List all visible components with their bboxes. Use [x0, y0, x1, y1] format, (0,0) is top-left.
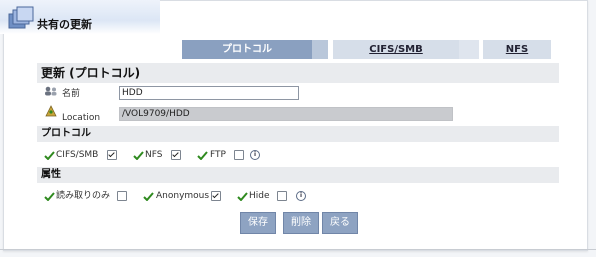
- save-button[interactable]: 保存: [240, 212, 276, 234]
- section-title-update: 更新 (プロトコル): [37, 63, 559, 83]
- attr-readonly-label: 読み取りのみ: [56, 191, 111, 201]
- attr-hide-checkbox[interactable]: [277, 191, 287, 201]
- attr-anonymous-checkbox[interactable]: [211, 191, 221, 201]
- name-field[interactable]: HDD: [119, 86, 299, 100]
- location-field: /VOL9709/HDD: [119, 107, 453, 121]
- info-icon[interactable]: i: [296, 191, 306, 201]
- protocol-cifs-checkbox[interactable]: [107, 150, 117, 160]
- attr-hide-label: Hide: [249, 191, 270, 201]
- section-title-attributes: 属性: [37, 167, 559, 183]
- users-icon: [45, 86, 57, 96]
- attr-readonly-checkbox[interactable]: [117, 191, 127, 201]
- info-icon[interactable]: i: [250, 150, 260, 160]
- tab-nfs[interactable]: NFS: [483, 40, 551, 59]
- location-icon: [45, 105, 57, 117]
- footer-divider: [0, 249, 596, 250]
- page-title: 共有の更新: [37, 18, 92, 31]
- checkmark-icon: [44, 192, 55, 201]
- attr-anonymous-label: Anonymous: [156, 191, 210, 201]
- protocol-nfs-checkbox[interactable]: [171, 150, 181, 160]
- section-title-protocol: プロトコル: [37, 126, 559, 142]
- protocol-ftp-label: FTP: [210, 150, 226, 160]
- shared-folder-icon: [8, 6, 34, 29]
- tab-separator: [459, 40, 479, 59]
- protocol-nfs-label: NFS: [145, 150, 163, 160]
- checkmark-icon: [143, 192, 154, 201]
- checkmark-icon: [197, 151, 208, 160]
- checkmark-icon: [237, 192, 248, 201]
- checkmark-icon: [133, 151, 144, 160]
- name-label: 名前: [62, 89, 81, 99]
- tab-protocol[interactable]: プロトコル: [182, 40, 312, 59]
- location-label: Location: [62, 113, 101, 123]
- protocol-ftp-checkbox[interactable]: [234, 150, 244, 160]
- protocol-cifs-label: CIFS/SMB: [56, 150, 99, 160]
- tab-cifs-smb[interactable]: CIFS/SMB: [333, 40, 459, 59]
- delete-button[interactable]: 削除: [283, 212, 319, 234]
- back-button[interactable]: 戻る: [322, 212, 358, 234]
- checkmark-icon: [44, 151, 55, 160]
- tab-separator: [312, 40, 328, 59]
